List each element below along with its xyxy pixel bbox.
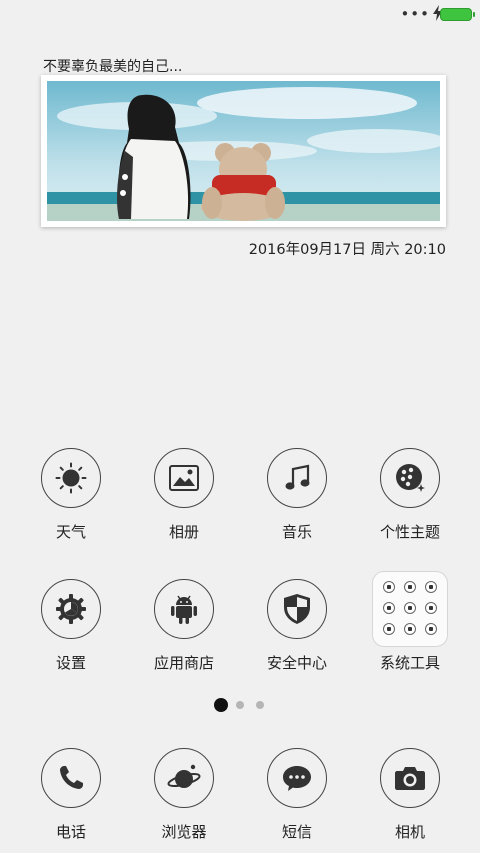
folder-icon: [372, 571, 448, 647]
app-themes[interactable]: 个性主题: [355, 448, 465, 542]
dock-messages[interactable]: 短信: [242, 748, 352, 842]
app-label: 安全中心: [266, 654, 327, 672]
app-label: 系统工具: [379, 654, 440, 672]
sun-icon: [41, 448, 101, 508]
page-dot-active[interactable]: [214, 698, 228, 712]
shield-icon: [267, 579, 327, 639]
planet-icon: [154, 748, 214, 808]
camera-icon: [380, 748, 440, 808]
more-notifications-icon: •••: [400, 5, 430, 23]
palette-icon: [380, 448, 440, 508]
page-dot[interactable]: [256, 701, 264, 709]
app-label: 设置: [55, 654, 86, 672]
app-weather[interactable]: 天气: [16, 448, 126, 542]
music-note-icon: [267, 448, 327, 508]
app-store[interactable]: 应用商店: [129, 579, 239, 673]
folder-system-tools[interactable]: 系统工具: [355, 571, 465, 673]
app-label: 天气: [55, 523, 86, 541]
app-label: 浏览器: [161, 823, 207, 841]
app-music[interactable]: 音乐: [242, 448, 352, 542]
dock-browser[interactable]: 浏览器: [129, 748, 239, 842]
android-icon: [154, 579, 214, 639]
photo-widget[interactable]: [41, 75, 446, 227]
app-label: 个性主题: [379, 523, 440, 541]
app-label: 应用商店: [153, 654, 214, 672]
widget-photo: [47, 81, 440, 221]
app-label: 电话: [55, 823, 86, 841]
app-label: 短信: [281, 823, 312, 841]
dock-camera[interactable]: 相机: [355, 748, 465, 842]
page-dot[interactable]: [236, 701, 244, 709]
app-label: 相册: [168, 523, 199, 541]
phone-icon: [41, 748, 101, 808]
app-label: 相机: [394, 823, 425, 841]
gear-icon: [41, 579, 101, 639]
battery-icon: [440, 8, 475, 21]
app-security[interactable]: 安全中心: [242, 579, 352, 673]
app-gallery[interactable]: 相册: [129, 448, 239, 542]
status-bar: •••: [0, 0, 480, 28]
picture-icon: [154, 448, 214, 508]
message-icon: [267, 748, 327, 808]
dock-phone[interactable]: 电话: [16, 748, 126, 842]
app-label: 音乐: [281, 523, 312, 541]
widget-title: 不要辜负最美的自己...: [43, 59, 183, 75]
app-settings[interactable]: 设置: [16, 579, 126, 673]
date-time-text: 2016年09月17日 周六 20:10: [248, 242, 446, 258]
page-indicator: [0, 697, 480, 713]
